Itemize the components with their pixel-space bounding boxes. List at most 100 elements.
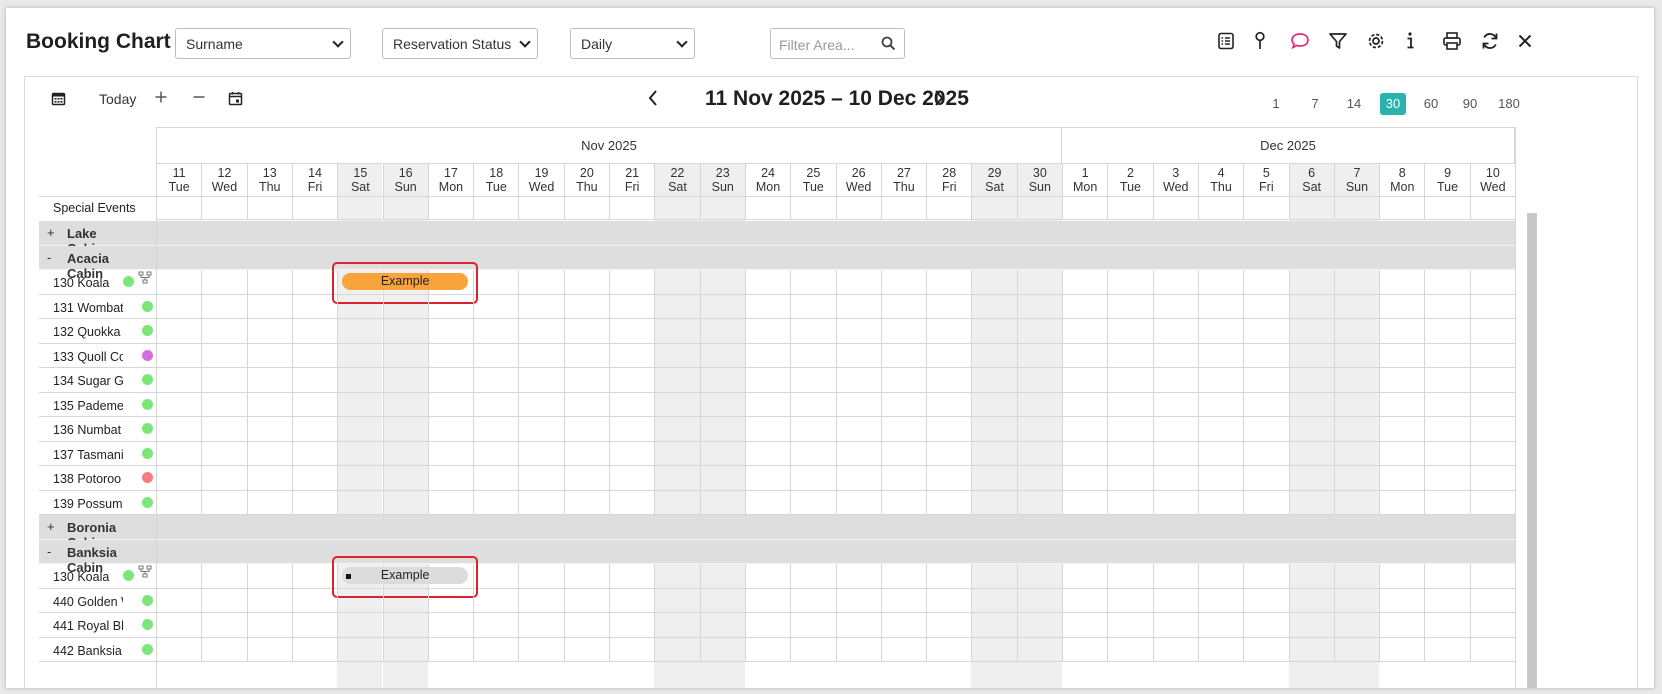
day-cell[interactable] (971, 319, 1016, 344)
day-cell[interactable] (1016, 441, 1062, 466)
day-cell[interactable] (926, 392, 971, 417)
day-cell[interactable] (1062, 417, 1107, 442)
unit-label[interactable]: 130 Koala (53, 276, 125, 290)
day-cell[interactable] (1197, 490, 1243, 515)
day-cell[interactable] (427, 392, 473, 417)
day-cell[interactable] (926, 441, 971, 466)
day-cell[interactable] (1243, 417, 1288, 442)
day-cell[interactable] (1288, 270, 1334, 295)
day-cell[interactable] (246, 270, 292, 295)
day-cell[interactable] (1379, 294, 1424, 319)
day-cell[interactable] (1107, 564, 1152, 589)
day-cell[interactable] (1062, 392, 1107, 417)
day-cell[interactable] (744, 441, 790, 466)
day-cell[interactable] (926, 270, 971, 295)
day-cell[interactable] (382, 294, 428, 319)
day-cell[interactable] (1424, 319, 1469, 344)
day-cell[interactable] (1152, 588, 1198, 613)
day-cell[interactable] (1197, 588, 1243, 613)
day-cell[interactable] (1379, 270, 1424, 295)
day-cell[interactable] (1197, 417, 1243, 442)
filter-area-input[interactable] (777, 34, 881, 56)
day-cell[interactable] (654, 466, 699, 491)
day-cell[interactable] (1107, 319, 1152, 344)
day-cell[interactable] (337, 441, 382, 466)
special-event-cell[interactable] (835, 196, 881, 220)
day-cell[interactable] (1016, 466, 1062, 491)
day-cell[interactable] (1424, 588, 1469, 613)
day-cell[interactable] (926, 319, 971, 344)
zoom-60[interactable]: 60 (1418, 93, 1444, 115)
day-cell[interactable] (699, 417, 745, 442)
day-cell[interactable] (609, 294, 654, 319)
day-cell[interactable] (609, 392, 654, 417)
day-cell[interactable] (835, 294, 881, 319)
special-event-cell[interactable] (1107, 196, 1153, 220)
special-event-cell[interactable] (1152, 196, 1198, 220)
special-event-cell[interactable] (744, 196, 791, 220)
day-cell[interactable] (1469, 466, 1515, 491)
day-cell[interactable] (699, 588, 745, 613)
day-cell[interactable] (835, 564, 881, 589)
special-event-cell[interactable] (609, 196, 655, 220)
day-cell[interactable] (427, 294, 473, 319)
day-cell[interactable] (926, 588, 971, 613)
day-cell[interactable] (518, 490, 563, 515)
day-cell[interactable] (563, 588, 609, 613)
day-cell[interactable] (1197, 368, 1243, 393)
day-cell[interactable] (744, 490, 790, 515)
day-cell[interactable] (1197, 343, 1243, 368)
day-cell[interactable] (1243, 392, 1288, 417)
day-cell[interactable] (790, 319, 835, 344)
day-cell[interactable] (1333, 564, 1379, 589)
day-cell[interactable] (246, 466, 292, 491)
day-cell[interactable] (926, 490, 971, 515)
day-cell[interactable] (654, 368, 699, 393)
special-event-cell[interactable] (1016, 196, 1062, 220)
day-cell[interactable] (1243, 466, 1288, 491)
group-toggle[interactable]: + (47, 225, 55, 240)
day-cell[interactable] (246, 392, 292, 417)
day-cell[interactable] (1333, 417, 1379, 442)
day-cell[interactable] (382, 588, 428, 613)
day-cell[interactable] (291, 294, 337, 319)
day-cell[interactable] (609, 343, 654, 368)
day-cell[interactable] (971, 613, 1016, 638)
day-cell[interactable] (337, 294, 382, 319)
day-cell[interactable] (156, 343, 201, 368)
day-cell[interactable] (1379, 490, 1424, 515)
day-cell[interactable] (291, 564, 337, 589)
day-cell[interactable] (246, 490, 292, 515)
special-event-cell[interactable] (699, 196, 745, 220)
day-cell[interactable] (1243, 613, 1288, 638)
day-cell[interactable] (201, 392, 246, 417)
day-cell[interactable] (609, 613, 654, 638)
day-cell[interactable] (1424, 417, 1469, 442)
day-cell[interactable] (1062, 613, 1107, 638)
day-cell[interactable] (609, 417, 654, 442)
day-cell[interactable] (1107, 294, 1152, 319)
special-event-cell[interactable] (971, 196, 1017, 220)
day-cell[interactable] (880, 466, 926, 491)
day-cell[interactable] (1016, 490, 1062, 515)
day-cell[interactable] (291, 368, 337, 393)
day-cell[interactable] (1197, 441, 1243, 466)
day-cell[interactable] (1379, 613, 1424, 638)
day-cell[interactable] (1469, 637, 1515, 662)
day-cell[interactable] (790, 490, 835, 515)
day-cell[interactable] (744, 294, 790, 319)
day-cell[interactable] (382, 490, 428, 515)
zoom-30[interactable]: 30 (1380, 93, 1406, 115)
day-cell[interactable] (1152, 564, 1198, 589)
day-cell[interactable] (1243, 270, 1288, 295)
day-cell[interactable] (1469, 490, 1515, 515)
day-cell[interactable] (1062, 343, 1107, 368)
day-cell[interactable] (337, 613, 382, 638)
day-cell[interactable] (880, 417, 926, 442)
day-cell[interactable] (971, 417, 1016, 442)
day-cell[interactable] (880, 588, 926, 613)
day-cell[interactable] (790, 270, 835, 295)
day-cell[interactable] (699, 466, 745, 491)
day-cell[interactable] (201, 319, 246, 344)
day-cell[interactable] (654, 637, 699, 662)
